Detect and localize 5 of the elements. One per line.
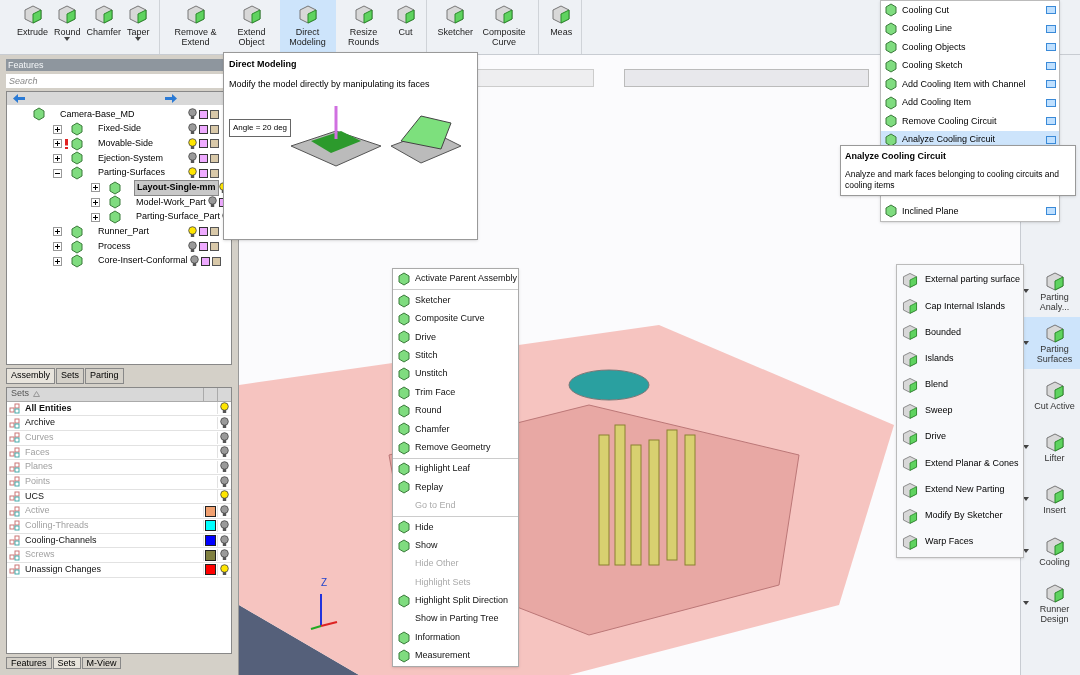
tooltip-title: Direct Modeling [229, 58, 298, 71]
tooltip-text: Analyze and mark faces belonging to cooling circuits and cooling items [845, 168, 1061, 191]
tooltip-title: Analyze Cooling Circuit [845, 150, 947, 163]
axis-label: Z [320, 576, 328, 590]
tooltip-text: Modify the model directly by manipulating its faces [229, 77, 431, 91]
